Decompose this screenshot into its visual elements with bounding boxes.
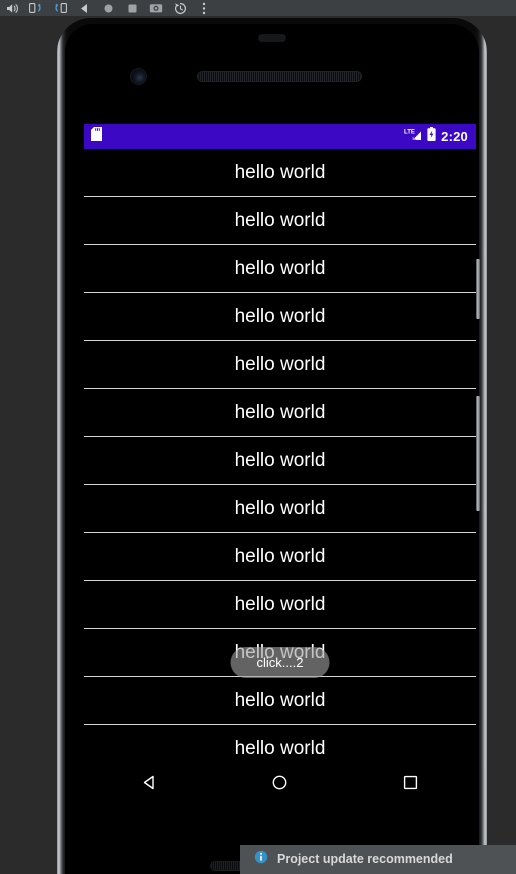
more-icon[interactable]	[192, 0, 216, 16]
ide-notification-text: Project update recommended	[277, 852, 453, 867]
list-item[interactable]: hello world	[84, 485, 476, 533]
android-screen: LTE 2:20 hello world hello world hello w…	[84, 124, 476, 804]
android-status-bar: LTE 2:20	[84, 124, 476, 149]
list-item-label: hello world	[234, 162, 326, 183]
back-icon[interactable]	[72, 0, 96, 16]
phone-device-frame: LTE 2:20 hello world hello world hello w…	[57, 18, 487, 874]
notch-slot	[258, 34, 286, 42]
ide-notification[interactable]: Project update recommended	[240, 845, 516, 874]
list-item-label: hello world	[234, 306, 326, 327]
list-item[interactable]: hello world	[84, 581, 476, 629]
list-item[interactable]: hello world	[84, 149, 476, 197]
home-icon[interactable]	[96, 0, 120, 16]
overview-icon[interactable]	[120, 0, 144, 16]
list-item-label: hello world	[234, 498, 326, 519]
toast-message: click....2	[230, 647, 330, 678]
hello-world-list[interactable]: hello world hello world hello world hell…	[84, 149, 476, 773]
list-item-label: hello world	[234, 690, 326, 711]
list-item[interactable]: hello world	[84, 389, 476, 437]
emulator-toolbar	[0, 0, 516, 16]
list-item-label: hello world	[234, 738, 326, 759]
emulator-window: LTE 2:20 hello world hello world hello w…	[0, 0, 516, 874]
list-item-label: hello world	[234, 594, 326, 615]
home-circle-icon[interactable]	[251, 760, 309, 804]
list-item-label: hello world	[234, 210, 326, 231]
list-item[interactable]: hello world	[84, 293, 476, 341]
earpiece-speaker-icon	[198, 72, 361, 81]
list-item[interactable]: hello world	[84, 677, 476, 725]
volume-rocker[interactable]	[476, 396, 480, 511]
phone-bezel: LTE 2:20 hello world hello world hello w…	[65, 24, 480, 874]
sd-card-icon	[91, 127, 102, 146]
status-bar-right: LTE 2:20	[404, 127, 468, 146]
signal-lte-icon: LTE	[404, 127, 422, 146]
list-item-label: hello world	[234, 546, 326, 567]
back-triangle-icon[interactable]	[120, 760, 178, 804]
screenshot-icon[interactable]	[144, 0, 168, 16]
battery-charging-icon	[427, 127, 436, 146]
status-bar-left	[91, 127, 102, 146]
list-item[interactable]: hello world	[84, 245, 476, 293]
volume-icon[interactable]	[0, 0, 24, 16]
list-item[interactable]: hello world	[84, 437, 476, 485]
list-item[interactable]: hello world	[84, 341, 476, 389]
rotate-left-icon[interactable]	[24, 0, 48, 16]
svg-text:LTE: LTE	[404, 130, 415, 136]
info-icon	[254, 850, 268, 869]
status-bar-clock: 2:20	[441, 129, 468, 144]
power-button[interactable]	[476, 259, 480, 319]
recents-square-icon[interactable]	[382, 760, 440, 804]
list-item[interactable]: hello world	[84, 197, 476, 245]
list-item-label: hello world	[234, 354, 326, 375]
list-item-label: hello world	[234, 402, 326, 423]
list-item-label: hello world	[234, 450, 326, 471]
history-icon[interactable]	[168, 0, 192, 16]
android-navigation-bar	[84, 760, 476, 804]
rotate-right-icon[interactable]	[48, 0, 72, 16]
list-item-label: hello world	[234, 258, 326, 279]
front-camera-icon	[131, 69, 146, 84]
list-item[interactable]: hello world	[84, 533, 476, 581]
